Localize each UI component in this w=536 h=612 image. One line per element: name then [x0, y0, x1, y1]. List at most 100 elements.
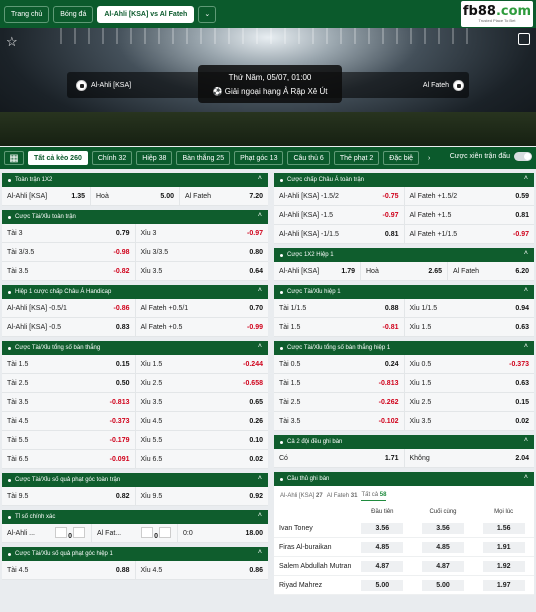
odds-cell[interactable]: Tài 6.5 -0.091 — [2, 450, 136, 468]
odds-cell[interactable]: Tài 0.5 0.24 — [274, 355, 405, 373]
odds-cell[interactable]: Al-Ahli [KSA] 1.79 — [274, 262, 361, 280]
chevron-up-icon[interactable]: ˄ — [258, 212, 262, 219]
scorer-odd[interactable]: 1.91 — [482, 541, 525, 553]
minus-box[interactable] — [141, 526, 154, 538]
odds-cell[interactable]: Xỉu 3.5 0.64 — [136, 262, 269, 280]
market-header[interactable]: Cược chấp Châu Á toàn trận ˄ — [274, 173, 534, 187]
odds-cell[interactable]: Tài 3.5 -0.813 — [2, 393, 136, 411]
scorer-odd[interactable]: 4.85 — [422, 541, 464, 553]
odds-cell[interactable]: Al-Ahli [KSA] -0.5 0.83 — [2, 318, 136, 336]
minus-box[interactable] — [55, 526, 68, 538]
breadcrumb-match[interactable]: Al-Ahli [KSA] vs Al Fateh — [97, 5, 195, 23]
odds-cell[interactable]: Xỉu 3.5 0.65 — [136, 393, 269, 411]
odds-cell[interactable]: Hoà 2.65 — [361, 262, 448, 280]
fullscreen-icon[interactable] — [518, 33, 530, 45]
odds-cell[interactable]: Tài 1.5 0.15 — [2, 355, 136, 373]
chevron-up-icon[interactable]: ˄ — [258, 287, 262, 294]
score-odd[interactable]: 0:0 18.00 — [178, 524, 268, 542]
combo-toggle[interactable]: Cược xiên trận đấu — [450, 152, 532, 161]
odds-cell[interactable]: Xỉu 4.5 0.86 — [136, 561, 269, 579]
tab-cards[interactable]: Thẻ phạt 2 — [333, 151, 380, 165]
odds-cell[interactable]: Xỉu 0.5 -0.373 — [405, 355, 535, 373]
tab-scorers-home[interactable]: Al-Ahli [KSA] 27 — [280, 491, 323, 501]
tab-goals[interactable]: Bàn thắng 25 — [176, 151, 231, 165]
odds-cell[interactable]: Al-Ahli [KSA] -1/1.5 0.81 — [274, 225, 405, 243]
odds-cell[interactable]: Al Fateh +0.5 -0.99 — [136, 318, 269, 336]
odds-cell[interactable]: Tài 5.5 -0.179 — [2, 431, 136, 449]
chevron-up-icon[interactable]: ˄ — [524, 175, 528, 182]
odds-cell[interactable]: Xỉu 4.5 0.26 — [136, 412, 269, 430]
odds-cell[interactable]: Al Fateh +0.5/1 0.70 — [136, 299, 269, 317]
odds-cell[interactable]: Xỉu 2.5 0.15 — [405, 393, 535, 411]
odds-cell[interactable]: Xỉu 1.5 0.63 — [405, 374, 535, 392]
odds-cell[interactable]: Tài 2.5 -0.262 — [274, 393, 405, 411]
scorer-odd[interactable]: 4.87 — [422, 560, 464, 572]
odds-cell[interactable]: Tài 1.5 -0.813 — [274, 374, 405, 392]
market-header[interactable]: Cược Tài/Xỉu số quả phạt góc hiệp 1 ˄ — [2, 547, 268, 561]
tab-scorers-away[interactable]: Al Fateh 31 — [327, 491, 358, 501]
tab-scorers-all[interactable]: Tất cả 58 — [361, 490, 387, 501]
chevron-down-icon[interactable]: ⌄ — [198, 5, 217, 23]
grid-menu-icon[interactable]: ▦ — [4, 151, 24, 165]
scorer-odd[interactable]: 1.56 — [482, 522, 525, 534]
tab-special[interactable]: Đặc biệ — [383, 151, 420, 165]
odds-cell[interactable]: Xỉu 3 -0.97 — [136, 224, 269, 242]
odds-cell[interactable]: Xỉu 1/1.5 0.94 — [405, 299, 535, 317]
breadcrumb-home[interactable]: Trang chủ — [4, 5, 50, 23]
odds-cell[interactable]: Al Fateh 6.20 — [448, 262, 534, 280]
market-header[interactable]: Cược Tài/Xỉu tổng số bàn thắng ˄ — [2, 341, 268, 355]
odds-cell[interactable]: Al Fateh +1/1.5 -0.97 — [405, 225, 535, 243]
odds-cell[interactable]: Al Fateh +1.5/2 0.59 — [405, 187, 535, 205]
chevron-up-icon[interactable]: ˄ — [258, 512, 262, 519]
odds-cell[interactable]: Tài 3 0.79 — [2, 224, 136, 242]
odds-cell[interactable]: Al-Ahli [KSA] 1.35 — [2, 187, 91, 205]
chevron-right-icon[interactable]: › — [423, 151, 435, 165]
odds-cell[interactable]: Al-Ahli [KSA] -1.5 -0.97 — [274, 206, 405, 224]
chevron-up-icon[interactable]: ˄ — [258, 175, 262, 182]
score-away[interactable]: Al Fat... 0 — [92, 524, 178, 542]
market-header[interactable]: Cược 1X2 Hiệp 1 ˄ — [274, 248, 534, 262]
chevron-up-icon[interactable]: ˄ — [524, 250, 528, 257]
market-header[interactable]: Cầu thủ ghi bàn ˄ — [274, 472, 534, 486]
chevron-up-icon[interactable]: ˄ — [258, 475, 262, 482]
market-header[interactable]: Cược Tài/Xỉu số quả phạt góc toàn trận ˄ — [2, 473, 268, 487]
odds-cell[interactable]: Tài 4.5 0.88 — [2, 561, 136, 579]
toggle-switch[interactable] — [514, 152, 532, 161]
odds-cell[interactable]: Xỉu 3/3.5 0.80 — [136, 243, 269, 261]
scorer-odd[interactable]: 5.00 — [361, 579, 404, 591]
odds-cell[interactable]: Tài 3/3.5 -0.98 — [2, 243, 136, 261]
odds-cell[interactable]: Tài 3.5 -0.102 — [274, 412, 405, 430]
scorer-odd[interactable]: 1.97 — [482, 579, 525, 591]
chevron-up-icon[interactable]: ˄ — [524, 437, 528, 444]
odds-cell[interactable]: Xỉu 9.5 0.92 — [136, 487, 269, 505]
scorer-odd[interactable]: 5.00 — [422, 579, 464, 591]
star-favorite-icon[interactable]: ☆ — [6, 34, 18, 50]
chevron-up-icon[interactable]: ˄ — [524, 474, 528, 481]
odds-cell[interactable]: Hoà 5.00 — [91, 187, 180, 205]
odds-cell[interactable]: Al Fateh 7.20 — [180, 187, 268, 205]
scorer-odd[interactable]: 3.56 — [361, 522, 404, 534]
market-header[interactable]: Cả 2 đội đều ghi bàn ˄ — [274, 435, 534, 449]
odds-cell[interactable]: Tài 1.5 -0.81 — [274, 318, 405, 336]
scorer-odd[interactable]: 4.85 — [361, 541, 404, 553]
odds-cell[interactable]: Xỉu 5.5 0.10 — [136, 431, 269, 449]
chevron-up-icon[interactable]: ˄ — [524, 343, 528, 350]
breadcrumb-football[interactable]: Bóng đá — [53, 5, 94, 23]
market-header[interactable]: Cược Tài/Xỉu tổng số bàn thắng hiệp 1 ˄ — [274, 341, 534, 355]
odds-cell[interactable]: Không 2.04 — [405, 449, 535, 467]
tab-main[interactable]: Chính 32 — [91, 151, 133, 165]
tab-corners[interactable]: Phạt góc 13 — [234, 151, 284, 165]
odds-cell[interactable]: Xỉu 1.5 0.63 — [405, 318, 535, 336]
market-header[interactable]: Hiệp 1 cược chấp Châu Á Handicap ˄ — [2, 285, 268, 299]
market-header[interactable]: Tỉ số chính xác ˄ — [2, 510, 268, 524]
market-header[interactable]: Cược Tài/Xỉu hiệp 1 ˄ — [274, 285, 534, 299]
plus-box[interactable] — [159, 526, 171, 538]
chevron-up-icon[interactable]: ˄ — [258, 343, 262, 350]
scorer-odd[interactable]: 3.56 — [422, 522, 464, 534]
odds-cell[interactable]: Tài 2.5 0.50 — [2, 374, 136, 392]
odds-cell[interactable]: Al Fateh +1.5 0.81 — [405, 206, 535, 224]
scorer-odd[interactable]: 1.92 — [482, 560, 525, 572]
market-header[interactable]: Toàn trận 1X2 ˄ — [2, 173, 268, 187]
scorer-odd[interactable]: 4.87 — [361, 560, 404, 572]
tab-half[interactable]: Hiệp 38 — [136, 151, 173, 165]
